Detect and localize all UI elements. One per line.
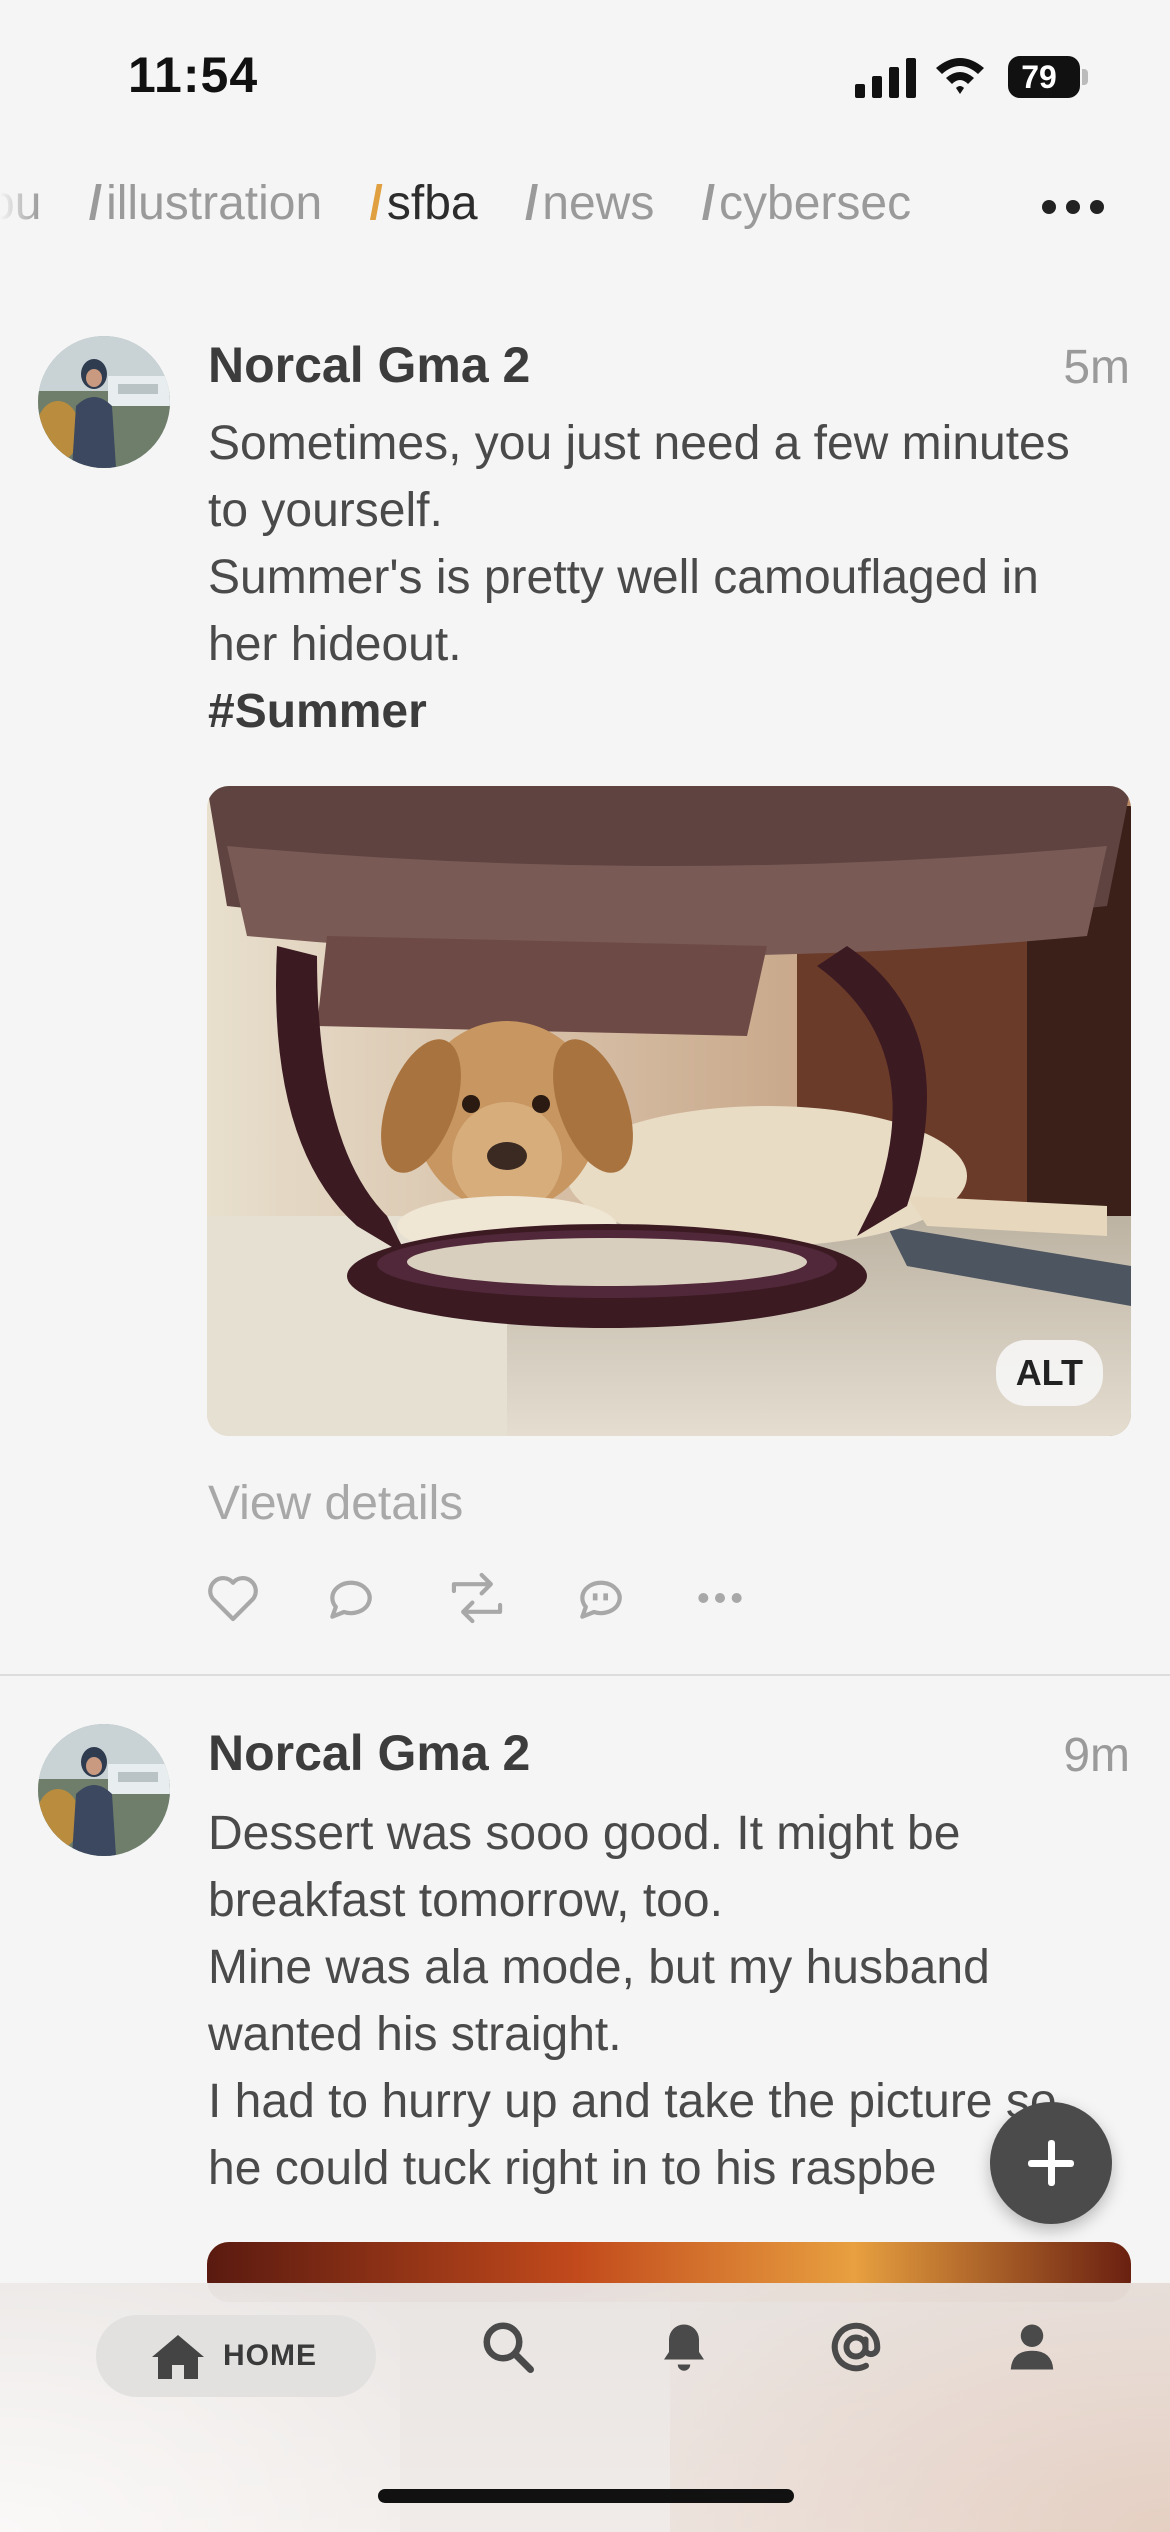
feed-tabs: ou /illustration /sfba /news /cybersec [0,160,1170,250]
feed-tab-illustration[interactable]: /illustration [89,176,322,231]
post-line: to yourself. [208,484,443,537]
wifi-icon [936,58,984,94]
more-options-icon[interactable] [695,1576,745,1620]
post-author[interactable]: Norcal Gma 2 [208,1724,530,1782]
avatar[interactable] [38,336,170,468]
battery-level: 79 [1021,59,1057,95]
tab-home[interactable]: HOME [96,2315,376,2397]
quote-bubble-icon[interactable] [573,1570,629,1626]
plus-icon [1028,2140,1074,2186]
post-line: Dessert was sooo good. It might be [208,1807,961,1860]
bell-icon[interactable] [654,2317,714,2377]
post-timestamp: 9m [1063,1729,1130,1782]
feed-tab-sfba[interactable]: /sfba [370,176,478,231]
status-bar: 11:54 79 [0,0,1170,150]
compose-button[interactable] [990,2102,1112,2224]
profile-icon[interactable] [1002,2317,1062,2377]
more-horizontal-icon[interactable] [1036,186,1110,226]
alt-text-badge[interactable]: ALT [995,1340,1103,1406]
feed-tab-cybersec[interactable]: /cybersec [702,176,911,231]
at-sign-icon[interactable] [826,2317,886,2377]
feed-tab-news[interactable]: /news [525,176,654,231]
hashtag-link[interactable]: #Summer [208,678,1128,745]
avatar[interactable] [38,1724,170,1856]
search-icon[interactable] [478,2317,538,2377]
post-line: Mine was ala mode, but my husband [208,1941,990,1994]
post-content: Sometimes, you just need a few minutes t… [208,410,1128,745]
post-line: breakfast tomorrow, too. [208,1874,723,1927]
post-line: wanted his straight. [208,2008,622,2061]
post-image[interactable]: ALT [207,786,1131,1436]
post-line: Sometimes, you just need a few minutes [208,417,1070,470]
battery-icon: 79 [1008,56,1088,98]
post-author[interactable]: Norcal Gma 2 [208,336,530,394]
status-time: 11:54 [128,47,259,103]
post-line: her hideout. [208,618,462,671]
home-icon [152,2335,204,2379]
post-timestamp: 5m [1063,341,1130,394]
like-heart-icon[interactable] [205,1570,261,1626]
cellular-signal-icon [855,58,916,98]
boost-repost-icon[interactable] [447,1570,507,1626]
tab-home-label: HOME [223,2339,317,2372]
view-details-link[interactable]: View details [208,1476,463,1531]
post-line: Summer's is pretty well camouflaged in [208,551,1039,604]
post-divider [0,1674,1170,1676]
reply-bubble-icon[interactable] [323,1570,379,1626]
home-indicator [378,2489,794,2503]
